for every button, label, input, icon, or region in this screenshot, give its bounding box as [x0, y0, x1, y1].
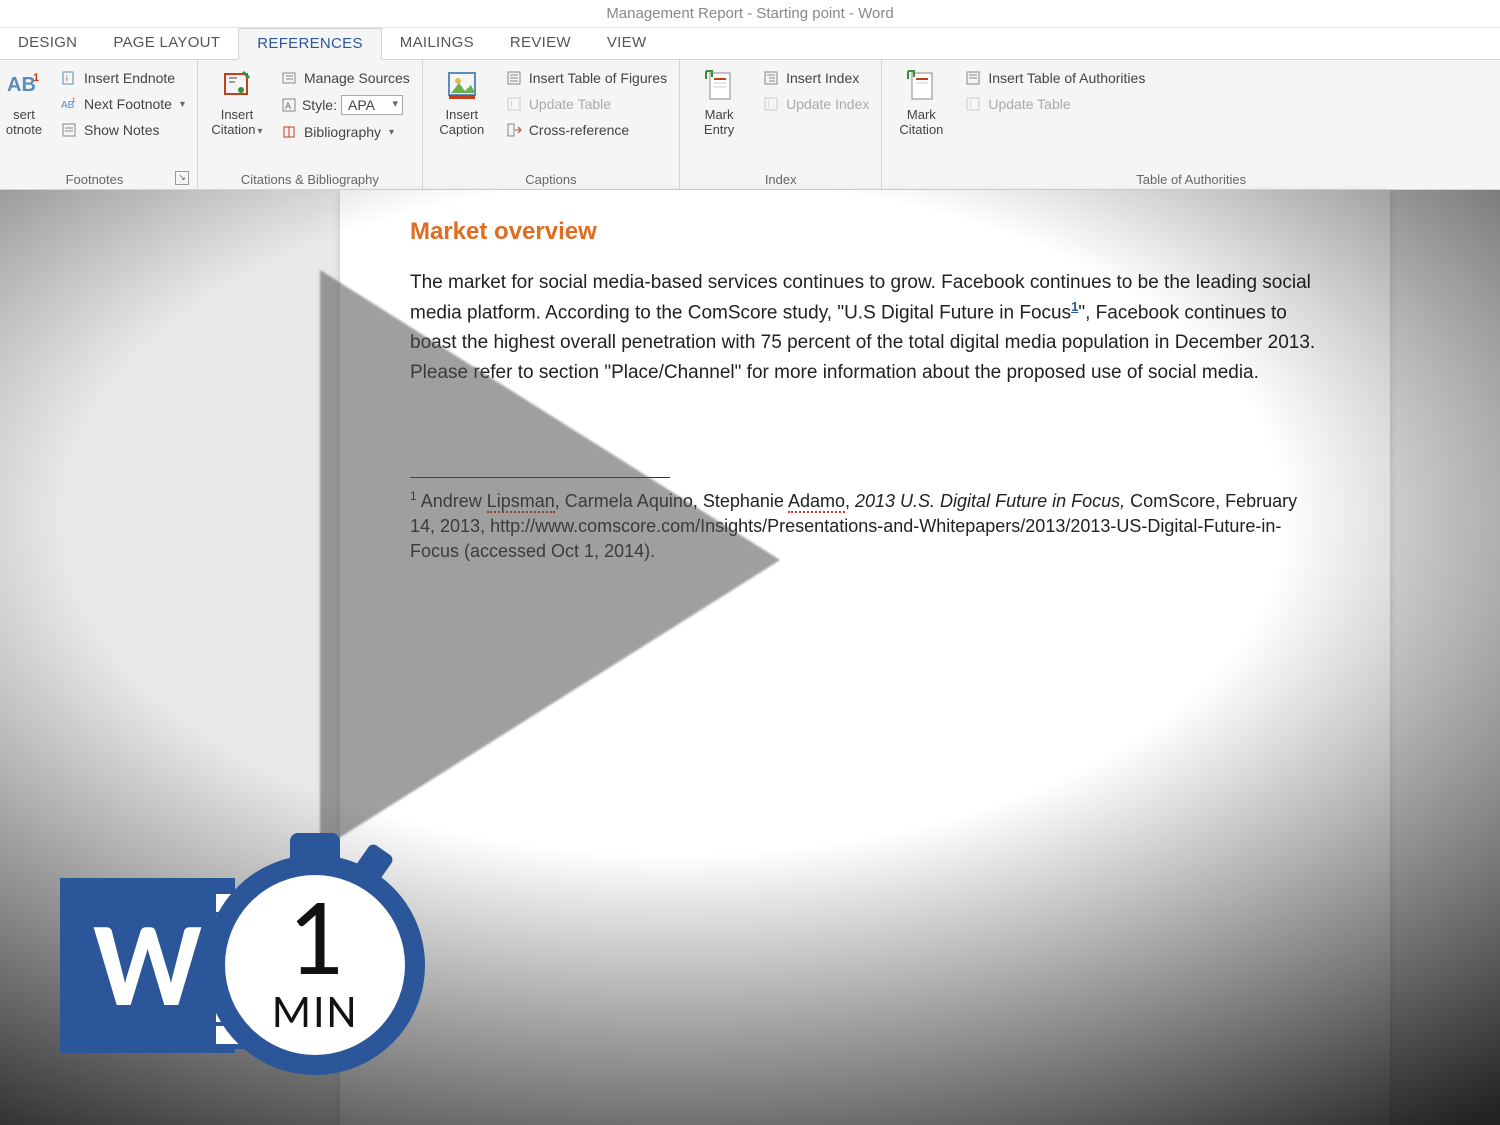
duration-number: 1 [287, 890, 343, 984]
tab-references[interactable]: REFERENCES [238, 28, 382, 60]
body-paragraph[interactable]: The market for social media-based servic… [410, 268, 1320, 387]
update-table-icon: ! [505, 95, 523, 113]
update-toa-icon: ! [964, 95, 982, 113]
update-table-button[interactable]: ! Update Table [501, 94, 671, 114]
insert-footnote-button[interactable]: AB1 sert otnote [0, 64, 48, 142]
tab-view[interactable]: VIEW [589, 28, 665, 59]
next-footnote-button[interactable]: AB1 Next Footnote ▾ [56, 94, 189, 114]
citation-style-select[interactable]: APA [341, 95, 403, 115]
group-label-citations: Citations & Bibliography [206, 170, 414, 187]
group-footnotes: AB1 sert otnote i Insert Endnote AB1 Nex… [0, 60, 198, 189]
insert-endnote-button[interactable]: i Insert Endnote [56, 68, 189, 88]
insert-toa-button[interactable]: Insert Table of Authorities [960, 68, 1149, 88]
footnote-separator [410, 477, 670, 478]
group-index: Mark Entry Insert Index ! Update Index I… [680, 60, 882, 189]
citation-style-row: A Style: APA [276, 94, 414, 116]
svg-text:!: ! [969, 100, 972, 111]
group-citations: Insert Citation▾ Manage Sources A Style:… [198, 60, 423, 189]
svg-text:!: ! [767, 100, 770, 111]
mark-citation-button[interactable]: Mark Citation [890, 64, 952, 142]
mark-entry-icon [701, 68, 737, 104]
svg-text:!: ! [510, 100, 513, 111]
citation-icon [219, 68, 255, 104]
svg-text:i: i [66, 74, 68, 83]
show-notes-button[interactable]: Show Notes [56, 120, 189, 140]
group-captions: Insert Caption Insert Table of Figures !… [423, 60, 680, 189]
style-icon: A [280, 96, 298, 114]
footnotes-dialog-launcher[interactable]: ↘ [175, 171, 189, 185]
manage-sources-icon [280, 69, 298, 87]
footnote-text[interactable]: 1 Andrew Lipsman, Carmela Aquino, Stepha… [410, 488, 1320, 565]
bibliography-button[interactable]: Bibliography ▾ [276, 122, 414, 142]
toa-icon [964, 69, 982, 87]
heading-market-overview[interactable]: Market overview [410, 218, 1320, 246]
document-area[interactable]: Market overview The market for social me… [0, 190, 1500, 1125]
insert-caption-button[interactable]: Insert Caption [431, 64, 493, 142]
window-title: Management Report - Starting point - Wor… [606, 5, 893, 22]
dropdown-icon: ▾ [389, 127, 394, 138]
ribbon: AB1 sert otnote i Insert Endnote AB1 Nex… [0, 60, 1500, 190]
tab-mailings[interactable]: MAILINGS [382, 28, 492, 59]
insert-index-button[interactable]: Insert Index [758, 68, 873, 88]
spellcheck-squiggle: Adamo [788, 491, 845, 513]
insert-table-figures-button[interactable]: Insert Table of Figures [501, 68, 671, 88]
group-label-footnotes: Footnotes ↘ [0, 170, 189, 187]
svg-text:1: 1 [72, 98, 76, 104]
title-bar: Management Report - Starting point - Wor… [0, 0, 1500, 28]
footnote-icon: AB1 [6, 68, 42, 104]
insert-index-icon [762, 69, 780, 87]
spellcheck-squiggle: Lipsman [487, 491, 555, 513]
update-index-button[interactable]: ! Update Index [758, 94, 873, 114]
video-badge: W 1 MIN [60, 855, 425, 1075]
tab-page-layout[interactable]: PAGE LAYOUT [95, 28, 238, 59]
group-label-toa: Table of Authorities [890, 170, 1492, 187]
next-footnote-icon: AB1 [60, 95, 78, 113]
cross-ref-icon [505, 121, 523, 139]
duration-unit: MIN [272, 984, 359, 1040]
group-label-index: Index [688, 170, 873, 187]
svg-text:AB: AB [7, 74, 36, 96]
mark-entry-button[interactable]: Mark Entry [688, 64, 750, 142]
dropdown-icon: ▾ [180, 99, 185, 110]
update-index-icon: ! [762, 95, 780, 113]
document-page[interactable]: Market overview The market for social me… [340, 190, 1390, 1125]
bibliography-icon [280, 123, 298, 141]
svg-text:A: A [285, 101, 291, 111]
update-toa-button[interactable]: ! Update Table [960, 94, 1149, 114]
insert-citation-button[interactable]: Insert Citation▾ [206, 64, 268, 142]
manage-sources-button[interactable]: Manage Sources [276, 68, 414, 88]
mark-citation-icon [903, 68, 939, 104]
endnote-icon: i [60, 69, 78, 87]
group-label-captions: Captions [431, 170, 671, 187]
tab-design[interactable]: DESIGN [0, 28, 95, 59]
ribbon-tabs: DESIGN PAGE LAYOUT REFERENCES MAILINGS R… [0, 28, 1500, 60]
stopwatch-icon: 1 MIN [205, 855, 425, 1075]
svg-text:1: 1 [33, 72, 39, 84]
group-toa: Mark Citation Insert Table of Authoritie… [882, 60, 1500, 189]
cross-reference-button[interactable]: Cross-reference [501, 120, 671, 140]
tab-review[interactable]: REVIEW [492, 28, 589, 59]
show-notes-icon [60, 121, 78, 139]
caption-icon [444, 68, 480, 104]
tof-icon [505, 69, 523, 87]
